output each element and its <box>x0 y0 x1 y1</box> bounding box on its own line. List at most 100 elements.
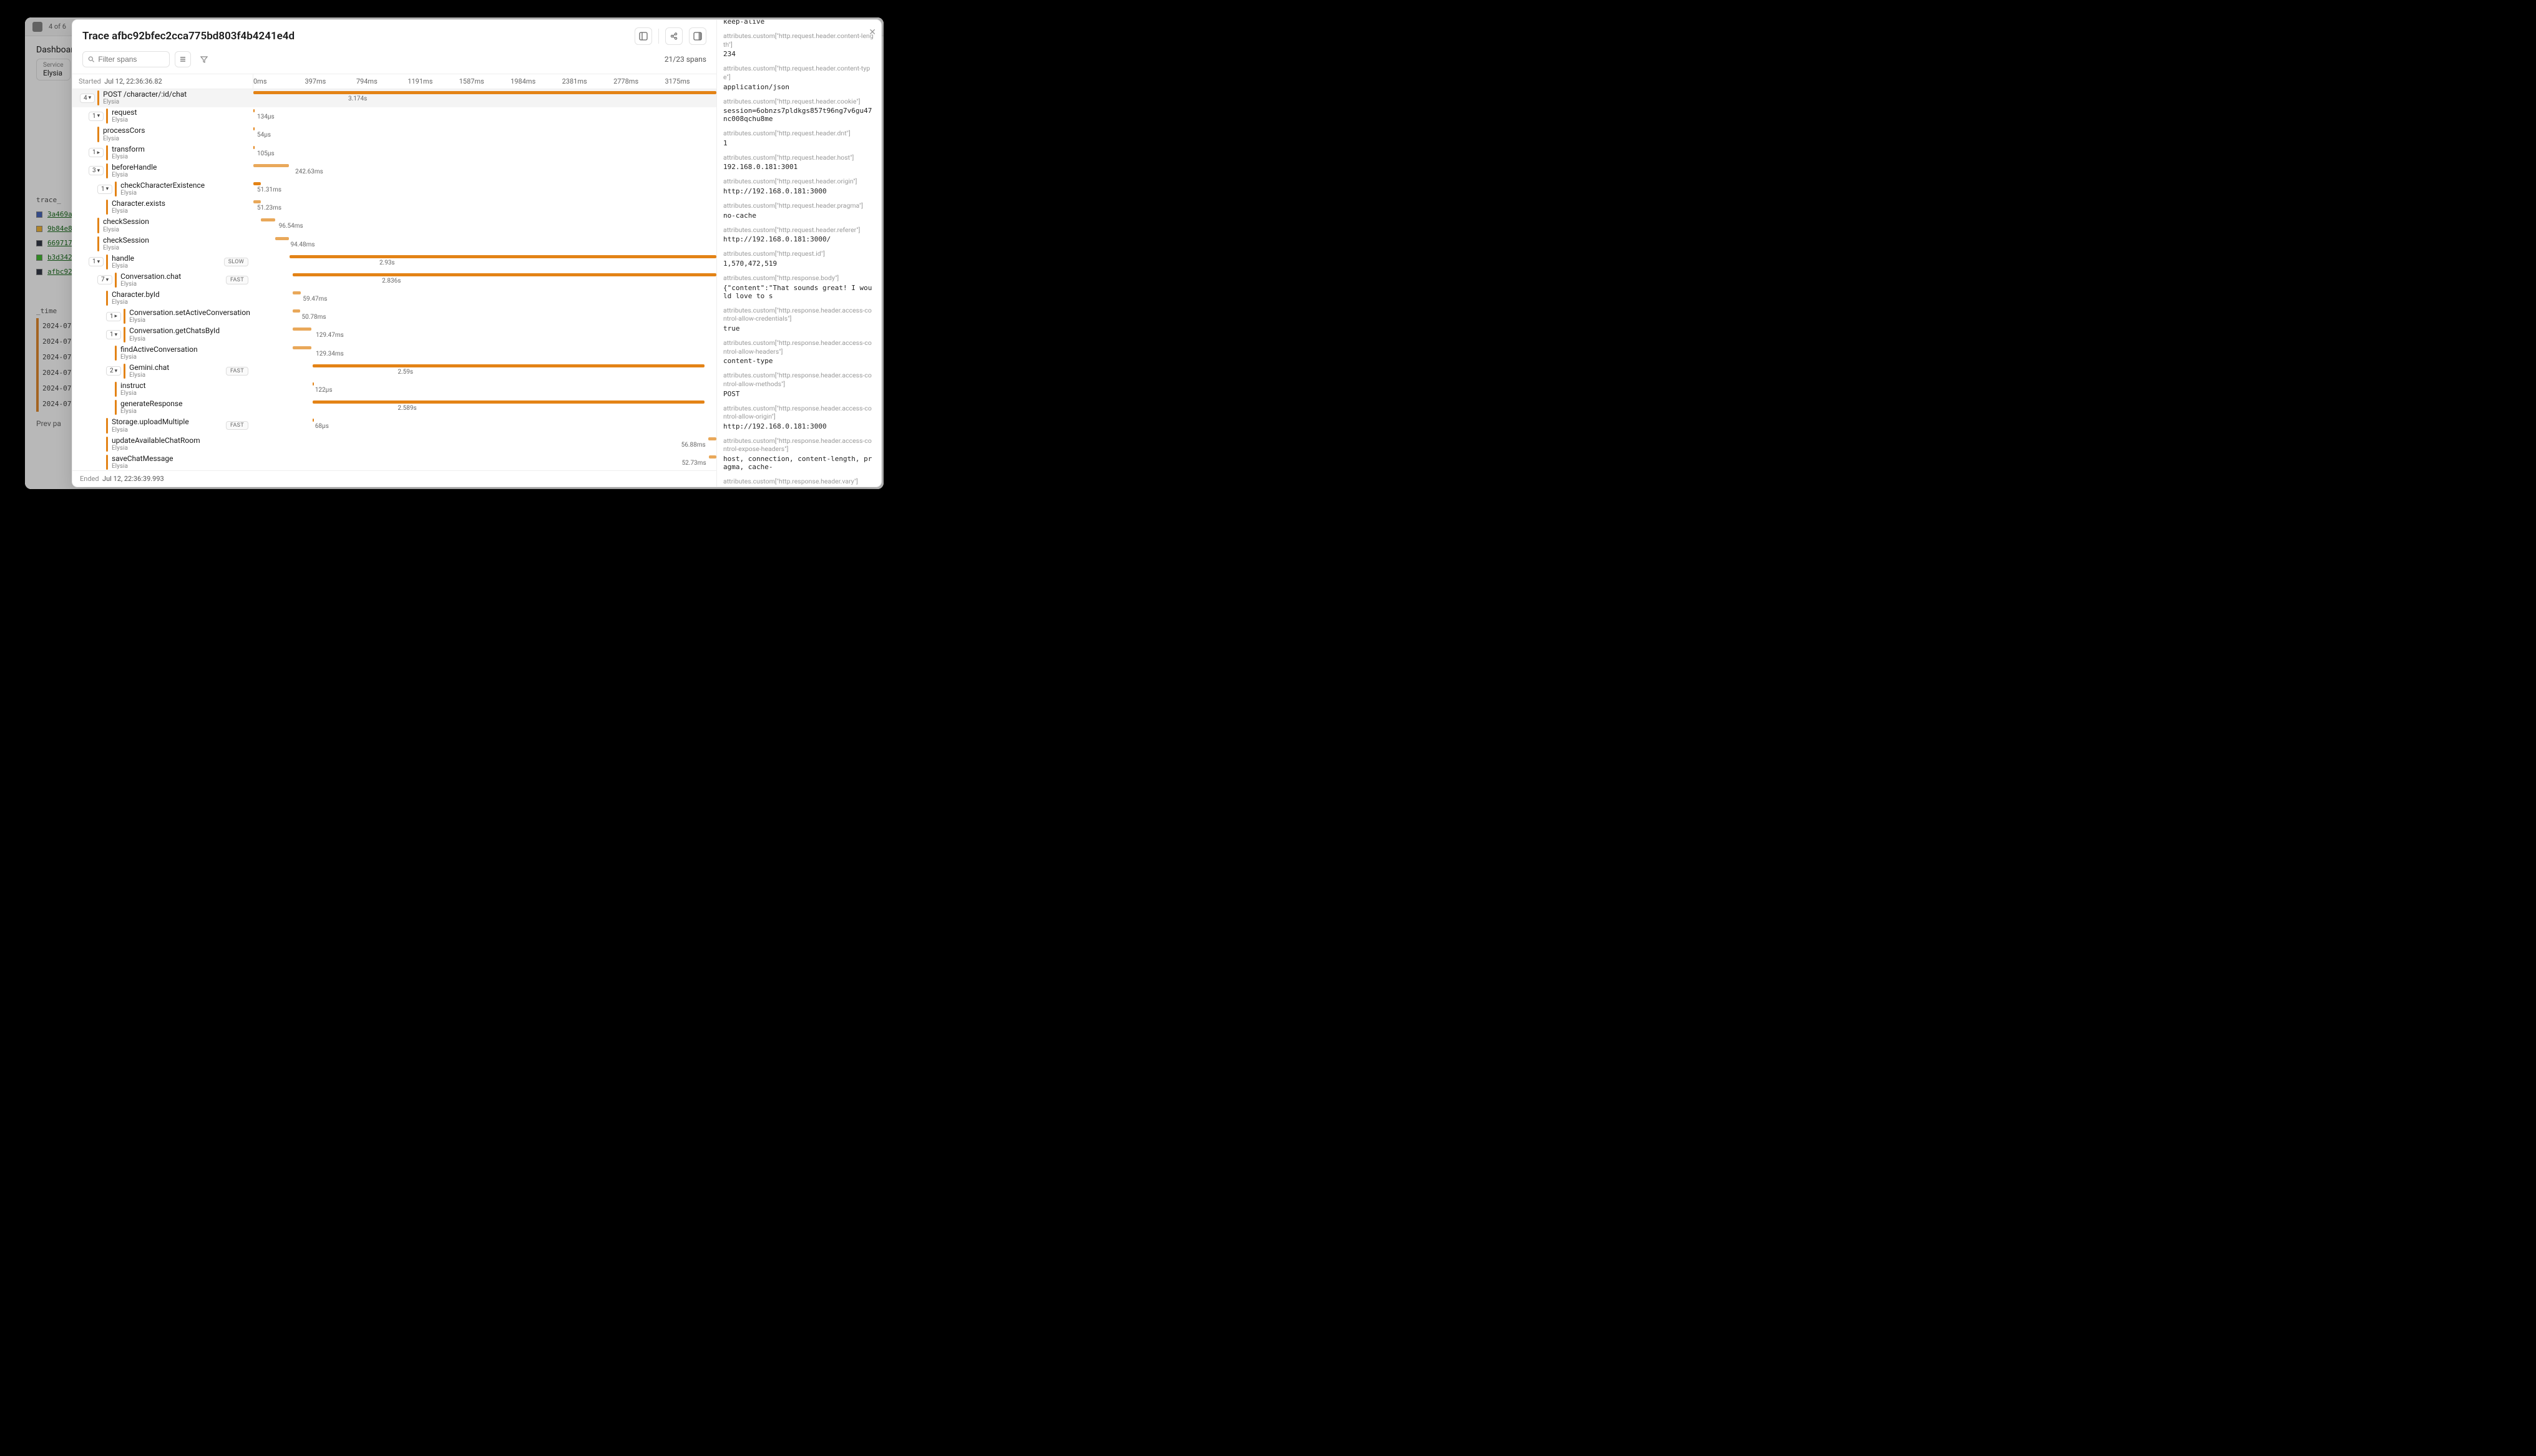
trace-link[interactable]: b3d342 <box>47 253 72 261</box>
span-bar[interactable] <box>290 255 716 258</box>
span-child-count[interactable]: 3 ▾ <box>89 166 104 175</box>
filter-button[interactable] <box>196 51 212 67</box>
span-child-count[interactable]: 1 ▾ <box>89 257 104 266</box>
span-child-count[interactable]: 1 ▸ <box>89 148 104 157</box>
span-bar[interactable] <box>293 291 301 294</box>
span-row[interactable]: 1 ▾requestElysia134µs <box>72 107 716 125</box>
span-row[interactable]: checkSessionElysia94.48ms <box>72 235 716 253</box>
span-count: 21/23 spans <box>665 55 706 64</box>
chevron-icon: ▸ <box>97 150 100 156</box>
filter-spans-input-wrap[interactable] <box>82 51 170 67</box>
span-duration: 2.59s <box>345 369 413 376</box>
span-service: Elysia <box>120 190 205 197</box>
span-child-count[interactable]: 1 ▸ <box>106 312 121 321</box>
span-bar[interactable] <box>313 419 314 422</box>
chevron-icon: ▾ <box>115 332 118 338</box>
span-bar[interactable] <box>313 364 705 367</box>
trace-link[interactable]: 3a469a <box>47 210 72 218</box>
span-bar[interactable] <box>275 237 289 240</box>
span-bar[interactable] <box>313 382 314 386</box>
span-row[interactable]: Storage.uploadMultipleElysiaFAST68µs <box>72 417 716 435</box>
span-duration: 51.31ms <box>257 187 281 193</box>
span-row[interactable]: findActiveConversationElysia129.34ms <box>72 344 716 362</box>
span-bar[interactable] <box>293 309 300 313</box>
span-row[interactable]: 7 ▾Conversation.chatElysiaFAST2.836s <box>72 271 716 289</box>
span-bar[interactable] <box>253 182 261 185</box>
span-row[interactable]: generateResponseElysia2.589s <box>72 399 716 417</box>
close-icon[interactable]: ✕ <box>869 27 876 37</box>
span-bar[interactable] <box>293 328 311 331</box>
span-bar[interactable] <box>708 437 716 440</box>
span-bar[interactable] <box>293 346 311 349</box>
attribute-row: attributes.custom["http.response.header.… <box>723 437 875 471</box>
span-child-count[interactable]: 4 ▾ <box>80 94 95 103</box>
span-bar[interactable] <box>261 218 275 221</box>
span-row[interactable]: 1 ▾Conversation.getChatsByIdElysia129.47… <box>72 326 716 344</box>
span-child-count[interactable]: 2 ▾ <box>106 366 121 376</box>
trace-link[interactable]: 9b84e8 <box>47 225 72 233</box>
attribute-row: attributes.custom["http.request.header.r… <box>723 226 875 244</box>
share-button[interactable] <box>665 27 683 45</box>
attribute-value: http://192.168.0.181:3000 <box>723 186 875 195</box>
details-panel: ✕ attributes.custom["http.request.header… <box>716 20 881 487</box>
span-row[interactable]: 1 ▾checkCharacterExistenceElysia51.31ms <box>72 180 716 198</box>
attribute-key: attributes.custom["http.request.header.c… <box>723 97 875 106</box>
filter-spans-input[interactable] <box>98 55 164 64</box>
span-row[interactable]: 1 ▸Conversation.setActiveConversationEly… <box>72 308 716 326</box>
time-tick: 1587ms <box>459 77 510 85</box>
span-row[interactable]: saveChatMessageElysia52.73ms <box>72 454 716 470</box>
layout-button[interactable] <box>635 27 652 45</box>
span-color-bar <box>106 437 108 452</box>
span-child-count[interactable]: 1 ▾ <box>97 185 112 194</box>
span-row[interactable]: instructElysia122µs <box>72 381 716 399</box>
attribute-key: attributes.custom["http.response.body"] <box>723 274 875 283</box>
span-row[interactable]: 4 ▾POST /character/:id/chatElysia3.174s <box>72 89 716 107</box>
span-color-bar <box>115 400 117 415</box>
span-color-bar <box>124 327 125 342</box>
span-row[interactable]: processCorsElysia54µs <box>72 125 716 143</box>
time-tick: 3175ms <box>665 77 716 85</box>
attribute-value: content-type <box>723 356 875 365</box>
attribute-row: attributes.custom["http.request.header.c… <box>723 97 875 124</box>
span-duration: 56.88ms <box>681 442 708 449</box>
span-row[interactable]: 1 ▸transformElysia105µs <box>72 144 716 162</box>
span-bar[interactable] <box>253 200 261 203</box>
span-bar[interactable] <box>253 109 255 112</box>
span-row[interactable]: updateAvailableChatRoomElysia56.88ms <box>72 435 716 454</box>
span-name: Conversation.chat <box>120 273 181 281</box>
span-name: Conversation.getChatsById <box>129 327 220 335</box>
span-bar[interactable] <box>253 164 289 167</box>
trace-link[interactable]: afbc92 <box>47 268 72 276</box>
span-duration: 129.34ms <box>313 351 344 357</box>
span-row[interactable]: Character.byIdElysia59.47ms <box>72 289 716 308</box>
span-bar[interactable] <box>253 91 716 94</box>
span-child-count[interactable]: 1 ▾ <box>106 330 121 339</box>
list-view-button[interactable] <box>175 51 191 67</box>
service-value: Elysia <box>43 69 64 77</box>
span-row[interactable]: Character.existsElysia51.23ms <box>72 198 716 216</box>
span-row[interactable]: checkSessionElysia96.54ms <box>72 216 716 235</box>
span-bar[interactable] <box>253 146 255 149</box>
attribute-key: attributes.custom["http.response.header.… <box>723 371 875 388</box>
span-row[interactable]: 2 ▾Gemini.chatElysiaFAST2.59s <box>72 362 716 381</box>
span-color-bar <box>97 236 99 251</box>
span-row[interactable]: 3 ▾beforeHandleElysia242.63ms <box>72 162 716 180</box>
service-filter[interactable]: Service Elysia <box>36 59 71 80</box>
span-child-count[interactable]: 7 ▾ <box>97 275 112 284</box>
app-logo <box>32 22 42 32</box>
span-name: updateAvailableChatRoom <box>112 437 200 445</box>
span-name: checkSession <box>103 218 149 226</box>
chevron-icon: ▾ <box>89 95 92 101</box>
time-tick: 1191ms <box>407 77 459 85</box>
span-child-count[interactable]: 1 ▾ <box>89 112 104 121</box>
time-tick: 1984ms <box>510 77 562 85</box>
trace-link[interactable]: 669717 <box>47 239 72 247</box>
panel-toggle-button[interactable] <box>689 27 706 45</box>
span-row[interactable]: 1 ▾handleElysiaSLOW2.93s <box>72 253 716 271</box>
span-duration: 68µs <box>315 423 329 430</box>
span-bar[interactable] <box>253 127 255 130</box>
span-bar[interactable] <box>709 455 716 459</box>
span-bar[interactable] <box>293 273 716 276</box>
span-bar[interactable] <box>313 400 705 404</box>
attribute-value: session=6obnzs7pldkgs857t96ng7v6gu47nc00… <box>723 105 875 123</box>
